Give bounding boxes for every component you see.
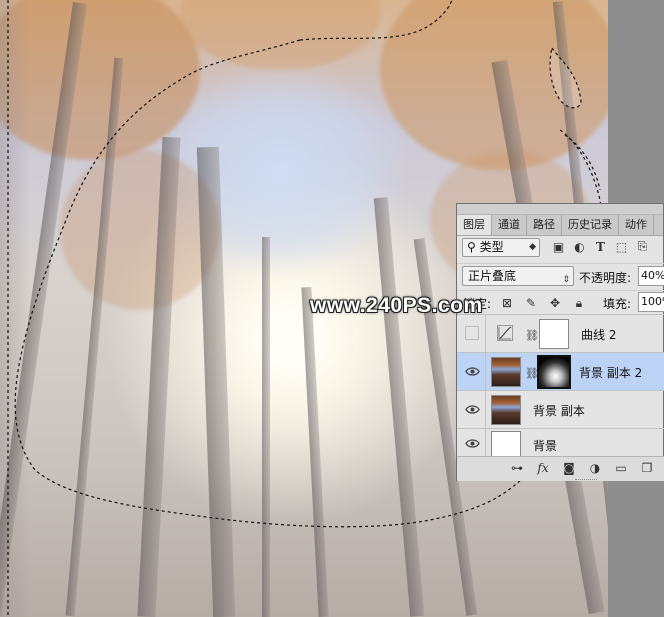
lock-icons: ⊠ ✎ ✥ 🔒︎ (499, 295, 587, 311)
row-divider (485, 315, 486, 353)
fx-icon[interactable]: fx (535, 460, 551, 476)
layer-name[interactable]: 曲线 2 (581, 326, 616, 343)
opacity-field[interactable]: 40% (638, 266, 664, 286)
eye-icon[interactable] (465, 364, 480, 379)
tab-actions[interactable]: 动作 (619, 215, 654, 235)
curves-adjustment-icon (497, 325, 513, 341)
chevron-updown-icon: ⇕ (562, 275, 570, 285)
new-layer-icon[interactable]: ❐ (639, 460, 655, 476)
layer-mask-thumbnail[interactable] (539, 319, 569, 349)
tab-layers[interactable]: 图层 (457, 215, 492, 235)
adjustment-icon[interactable]: ◑ (587, 460, 603, 476)
row-divider (485, 353, 486, 391)
layer-mask-thumbnail[interactable] (537, 355, 571, 389)
chevron-down-icon: ◆ (529, 242, 536, 252)
panel-title-bar[interactable] (457, 204, 663, 215)
smart-object-filter-icon[interactable]: ⎘ (635, 239, 650, 254)
layer-row[interactable]: ⛓︎ 曲线 2 (457, 314, 664, 353)
tab-channels[interactable]: 通道 (492, 215, 527, 235)
blend-row: 正片叠底 ⇕ 不透明度: 40% (457, 263, 664, 290)
folder-icon[interactable]: ▭ (613, 460, 629, 476)
blend-mode-select[interactable]: 正片叠底 ⇕ (462, 266, 574, 286)
resize-grip[interactable] (575, 479, 597, 483)
eye-icon[interactable] (465, 436, 480, 451)
fill-label: 填充: (603, 297, 632, 311)
shape-filter-icon[interactable]: ⬚ (614, 239, 629, 254)
mask-icon[interactable]: ◙ (561, 460, 577, 476)
layer-filter-row: ⚲ 类型 ◆ ▣ ◐ T ⬚ ⎘ (457, 235, 664, 261)
layers-panel: 图层 通道 路径 历史记录 动作 ⚲ 类型 ◆ ▣ ◐ T ⬚ ⎘ 正片叠底 ⇕… (456, 203, 664, 481)
lock-row: 锁定: ⊠ ✎ ✥ 🔒︎ 填充: 100% (457, 290, 664, 315)
layer-thumbnail[interactable] (491, 357, 521, 387)
type-filter-icon[interactable]: T (593, 239, 608, 254)
layer-row-selected[interactable]: ⛓︎ 背景 副本 2 (457, 352, 664, 391)
layer-name[interactable]: 背景 副本 2 (579, 364, 642, 381)
lock-pixels-icon[interactable]: ✎ (523, 295, 539, 311)
search-icon: ⚲ (467, 240, 476, 254)
layer-name[interactable]: 背景 (533, 437, 557, 454)
panel-tabs: 图层 通道 路径 历史记录 动作 (457, 215, 663, 236)
layer-thumbnail[interactable] (491, 431, 521, 457)
layer-row[interactable]: 背景 副本 (457, 390, 664, 429)
lock-position-icon[interactable]: ✥ (547, 295, 563, 311)
link-icon[interactable]: ⊶ (509, 460, 525, 476)
tab-paths[interactable]: 路径 (527, 215, 562, 235)
eye-icon[interactable] (465, 402, 480, 417)
filter-kind-select[interactable]: ⚲ 类型 ◆ (462, 238, 540, 257)
panel-footer: ⊶ fx ◙ ◑ ▭ ❐ (457, 456, 664, 481)
row-divider (485, 429, 486, 459)
row-divider (485, 391, 486, 429)
fill-field[interactable]: 100% (638, 292, 664, 312)
layer-name[interactable]: 背景 副本 (533, 402, 585, 419)
blend-mode-value: 正片叠底 (468, 269, 517, 283)
opacity-label: 不透明度: (579, 271, 632, 285)
tab-history[interactable]: 历史记录 (562, 215, 619, 235)
footer-icons: ⊶ fx ◙ ◑ ▭ ❐ (509, 460, 655, 476)
filter-type-icons: ▣ ◐ T ⬚ ⎘ (551, 239, 650, 254)
site-watermark: www.240PS.com (310, 294, 483, 317)
lock-transparent-icon[interactable]: ⊠ (499, 295, 515, 311)
filter-kind-label: 类型 (479, 240, 504, 254)
pixel-filter-icon[interactable]: ▣ (551, 239, 566, 254)
layer-thumbnail[interactable] (491, 395, 521, 425)
layer-row[interactable]: 背景 (457, 428, 664, 459)
lock-all-icon[interactable]: 🔒︎ (571, 295, 587, 311)
visibility-toggle-off[interactable] (465, 326, 479, 340)
adjustment-filter-icon[interactable]: ◐ (572, 239, 587, 254)
link-chain-icon[interactable]: ⛓︎ (525, 329, 539, 342)
